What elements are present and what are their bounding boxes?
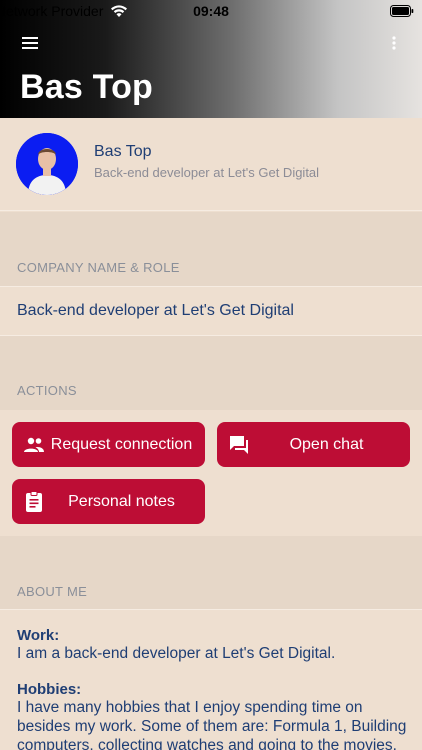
chat-icon: [230, 436, 248, 454]
company-section-title: COMPANY NAME & ROLE: [17, 260, 180, 275]
company-value: Back-end developer at Let's Get Digital: [17, 302, 294, 319]
battery-icon: [390, 5, 414, 17]
clipboard-icon: [26, 491, 42, 512]
people-icon: [24, 437, 44, 452]
header: Network Provider 09:48 Bas Top: [0, 0, 422, 118]
status-bar: Network Provider 09:48: [0, 0, 422, 24]
actions-section-header: ACTIONS: [0, 336, 422, 410]
company-section-header: COMPANY NAME & ROLE: [0, 212, 422, 286]
contact-detail-screen: Network Provider 09:48 Bas Top Bas Top B…: [0, 0, 422, 750]
profile-card: Bas Top Back-end developer at Let's Get …: [0, 118, 422, 211]
more-vertical-icon[interactable]: [390, 34, 398, 52]
about-section-header: ABOUT ME: [0, 536, 422, 610]
about-section-title: ABOUT ME: [17, 584, 88, 599]
company-row: Back-end developer at Let's Get Digital: [0, 287, 422, 335]
personal-notes-button[interactable]: Personal notes: [12, 479, 205, 524]
actions-panel: Request connection Open chat Personal no…: [0, 410, 422, 536]
profile-role: Back-end developer at Let's Get Digital: [94, 165, 320, 180]
hobbies-text: I have many hobbies that I enjoy spendin…: [17, 699, 407, 750]
avatar-photo: [16, 133, 78, 195]
hobbies-label: Hobbies:: [17, 681, 82, 698]
hamburger-menu-icon[interactable]: [20, 34, 42, 52]
status-time: 09:48: [193, 3, 229, 19]
work-text: I am a back-end developer at Let's Get D…: [17, 645, 336, 662]
actions-section-title: ACTIONS: [17, 383, 77, 398]
avatar: [16, 133, 78, 195]
about-panel: Work: I am a back-end developer at Let's…: [0, 610, 422, 750]
page-title: Bas Top: [20, 68, 154, 106]
open-chat-button[interactable]: Open chat: [217, 422, 410, 467]
request-connection-button[interactable]: Request connection: [12, 422, 205, 467]
profile-name: Bas Top: [94, 143, 152, 160]
work-label: Work:: [17, 627, 60, 644]
